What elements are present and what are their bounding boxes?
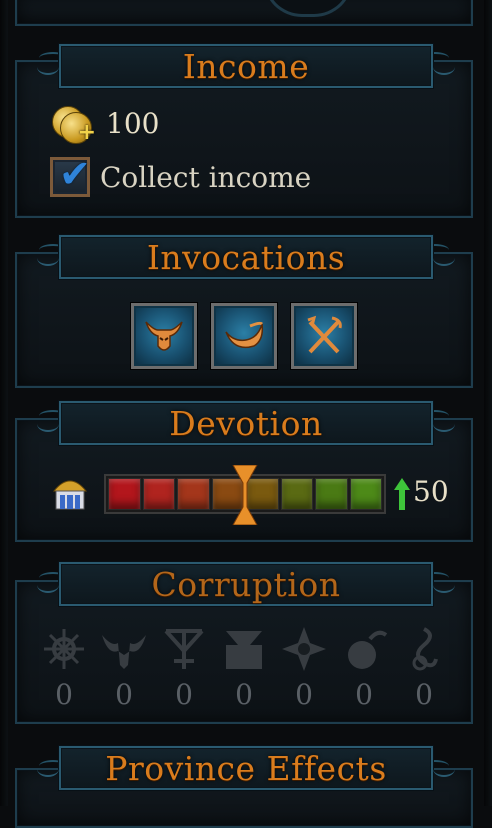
horned-skull-icon: [145, 321, 183, 351]
devotion-meter-segment: [142, 478, 175, 510]
chaos-wheel-icon[interactable]: [40, 625, 88, 673]
devotion-meter-segment: [177, 478, 210, 510]
trend-up-arrow-icon: [394, 478, 410, 510]
corruption-value: 0: [235, 678, 253, 711]
collect-income-label[interactable]: Collect income: [100, 161, 311, 194]
checkmark-icon: ✔: [59, 152, 91, 196]
nurgle-flask-icon[interactable]: [340, 625, 388, 673]
vampire-bat-icon[interactable]: [100, 625, 148, 673]
chaos-star-icon[interactable]: [280, 625, 328, 673]
invocation-button-1[interactable]: [131, 303, 197, 369]
devotion-value: 50: [413, 475, 449, 508]
income-header: Income: [37, 44, 455, 88]
corruption-value: 0: [355, 678, 373, 711]
province-effects-header: Province Effects: [37, 746, 455, 790]
right-frame-edge: [484, 0, 492, 806]
gold-coins-plus-icon: +: [50, 102, 96, 144]
invocation-button-2[interactable]: [211, 303, 277, 369]
corruption-value: 0: [115, 678, 133, 711]
devotion-meter-segment: [108, 478, 141, 510]
devotion-level-marker: [232, 465, 258, 525]
top-ornament: [263, 0, 353, 17]
corruption-value: 0: [295, 678, 313, 711]
corruption-header: Corruption: [37, 562, 455, 606]
left-frame-edge: [0, 0, 8, 806]
temple-icon: [52, 480, 88, 510]
income-amount: 100: [106, 106, 160, 140]
skaven-sigil-icon[interactable]: [160, 625, 208, 673]
crossed-weapons-icon: [307, 315, 342, 354]
devotion-meter-segment: [349, 478, 382, 510]
collect-income-checkbox[interactable]: ✔: [50, 152, 91, 197]
income-amount-row: + 100: [50, 102, 159, 144]
khorne-skull-icon[interactable]: [220, 625, 268, 673]
corruption-value: 0: [175, 678, 193, 711]
crescent-horn-icon: [225, 321, 264, 349]
collect-income-row[interactable]: ✔ Collect income: [50, 152, 311, 197]
devotion-meter-segment: [315, 478, 348, 510]
top-panel-partial: [15, 0, 473, 26]
corruption-value: 0: [55, 678, 73, 711]
devotion-header: Devotion: [37, 401, 455, 445]
invocations-header: Invocations: [37, 235, 455, 279]
devotion-meter-segment: [280, 478, 313, 510]
slaanesh-curl-icon[interactable]: [400, 625, 448, 673]
corruption-value: 0: [415, 678, 433, 711]
invocation-button-3[interactable]: [291, 303, 357, 369]
